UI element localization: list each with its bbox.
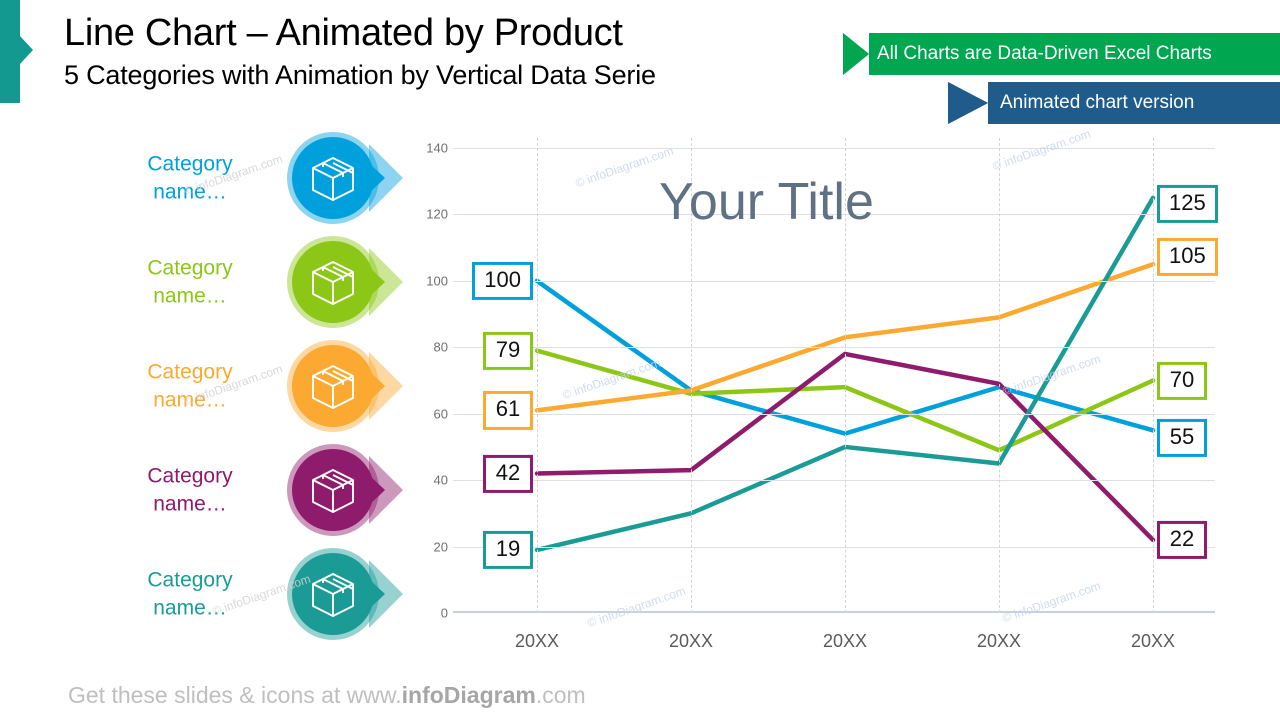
banner-notch2-fill-icon [948, 82, 988, 124]
legend-item-5[interactable]: Category name… [60, 544, 420, 644]
left-accent-bar [0, 0, 20, 103]
category-pin[interactable] [283, 440, 405, 540]
x-axis-tick: 20XX [1130, 631, 1176, 651]
data-label-start-4: 42 [483, 454, 533, 493]
category-pin[interactable] [283, 232, 405, 332]
y-axis-tick: 120 [426, 206, 448, 222]
x-axis-labels: 20XX 20XX 20XX 20XX 20XX [453, 623, 1215, 663]
banner-data-driven-label: All Charts are Data-Driven Excel Charts [877, 43, 1212, 64]
slide: Line Chart – Animated by Product 5 Categ… [0, 0, 1280, 720]
footer-suffix: .com [535, 682, 586, 708]
gridline-horizontal [453, 280, 1215, 282]
gridline-horizontal [453, 480, 1215, 482]
box-icon [305, 462, 361, 518]
x-axis-tick: 20XX [514, 631, 560, 651]
banner-data-driven: All Charts are Data-Driven Excel Charts [843, 33, 1280, 75]
page-title: Line Chart – Animated by Product [64, 12, 623, 54]
gridline-horizontal [453, 413, 1215, 415]
data-label-end-1: 55 [1157, 419, 1207, 458]
y-axis-tick: 80 [433, 339, 448, 355]
x-axis-tick: 20XX [822, 631, 868, 651]
data-label-start-2: 79 [483, 331, 533, 370]
legend-item-3[interactable]: Category name… [60, 336, 420, 436]
gridline-vertical [999, 138, 1000, 613]
y-axis-labels: 0 20 40 60 80 100 120 140 [404, 128, 448, 633]
footer-prefix: Get these slides & icons at www. [68, 682, 402, 708]
legend-item-2[interactable]: Category name… [60, 232, 420, 332]
gridline-vertical [537, 138, 538, 613]
data-label-end-5: 125 [1157, 184, 1218, 223]
gridline-horizontal [453, 546, 1215, 548]
page-subtitle: 5 Categories with Animation by Vertical … [64, 60, 656, 90]
data-label-end-2: 70 [1157, 361, 1207, 400]
y-axis-tick: 100 [426, 273, 448, 289]
legend-item-label: Category name… [147, 464, 233, 515]
box-icon [305, 254, 361, 310]
box-icon [305, 566, 361, 622]
legend-item-label: Category name… [147, 256, 233, 307]
legend-item-1[interactable]: Category name… [60, 128, 420, 228]
legend-item-label: Category name… [147, 568, 233, 619]
footer-credit: Get these slides & icons at www.infoDiag… [68, 682, 586, 709]
data-label-start-1: 100 [472, 261, 533, 300]
y-axis-tick: 140 [426, 140, 448, 156]
x-axis-tick: 20XX [976, 631, 1022, 651]
line-chart: 0 20 40 60 80 100 120 140 Your Title 20XX 20XX 20… [404, 128, 1234, 658]
data-label-start-3: 61 [483, 391, 533, 430]
left-accent-arrow-icon [20, 36, 33, 64]
legend-item-4[interactable]: Category name… [60, 440, 420, 540]
gridline-horizontal [453, 347, 1215, 349]
data-label-start-5: 19 [483, 530, 533, 569]
footer-brand: infoDiagram [401, 682, 536, 708]
category-pin[interactable] [283, 336, 405, 436]
chart-title: Your Title [659, 173, 874, 231]
y-axis-tick: 0 [440, 605, 448, 621]
data-label-end-3: 105 [1157, 238, 1218, 277]
category-pin[interactable] [283, 544, 405, 644]
x-axis-tick: 20XX [668, 631, 714, 651]
gridline-horizontal [453, 148, 1215, 149]
banner-notch-fill-icon [843, 33, 869, 75]
legend-item-label: Category name… [147, 360, 233, 411]
banner-animated-version-label: Animated chart version [1000, 92, 1195, 113]
legend-item-label: Category name… [147, 152, 233, 203]
data-label-end-4: 22 [1157, 520, 1207, 559]
box-icon [305, 358, 361, 414]
category-pin[interactable] [283, 128, 405, 228]
banner-animated-version: Animated chart version [948, 82, 1280, 124]
y-axis-tick: 40 [433, 472, 448, 488]
y-axis-tick: 20 [433, 539, 448, 555]
category-legend: Category name… Category name… Category name… C… [60, 128, 420, 640]
box-icon [305, 150, 361, 206]
y-axis-tick: 60 [433, 406, 448, 422]
gridline-vertical [1153, 138, 1154, 613]
